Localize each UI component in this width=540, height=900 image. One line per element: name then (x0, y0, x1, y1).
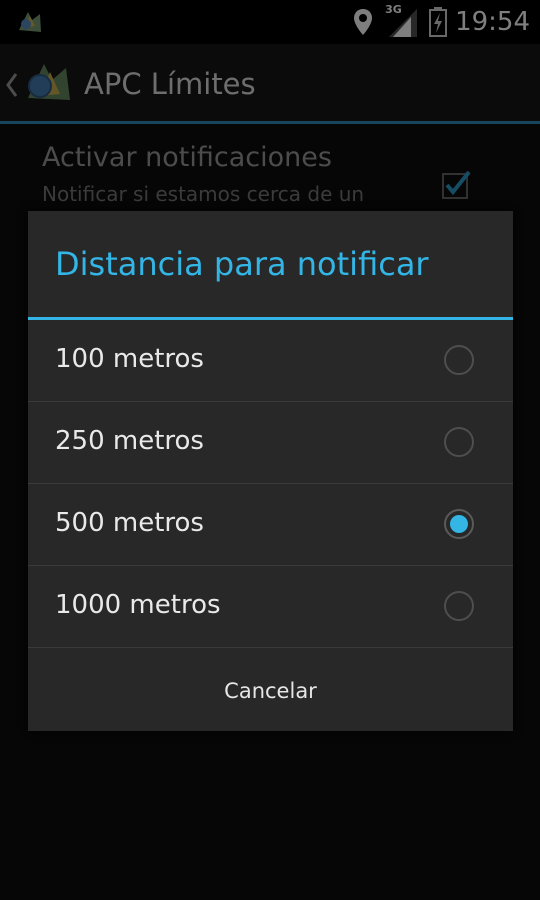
radio-unselected-icon[interactable] (443, 426, 475, 458)
option-1000-metros[interactable]: 1000 metros (28, 566, 513, 648)
option-250-metros[interactable]: 250 metros (28, 402, 513, 484)
option-100-metros[interactable]: 100 metros (28, 320, 513, 402)
option-label: 500 metros (55, 508, 204, 538)
dialog-title: Distancia para notificar (55, 245, 429, 283)
option-500-metros[interactable]: 500 metros (28, 484, 513, 566)
option-label: 100 metros (55, 344, 204, 374)
radio-unselected-icon[interactable] (443, 590, 475, 622)
option-label: 250 metros (55, 426, 204, 456)
radio-selected-icon[interactable] (443, 508, 475, 540)
screen: 3G 19:54 APC Límites Activar notificacio… (0, 0, 540, 900)
cancel-button-label: Cancelar (224, 678, 317, 703)
option-label: 1000 metros (55, 590, 221, 620)
distance-dialog: Distancia para notificar 100 metros 250 … (28, 211, 513, 731)
options-list: 100 metros 250 metros 500 metros 1000 me… (28, 320, 513, 648)
cancel-button[interactable]: Cancelar (28, 650, 513, 731)
radio-unselected-icon[interactable] (443, 344, 475, 376)
